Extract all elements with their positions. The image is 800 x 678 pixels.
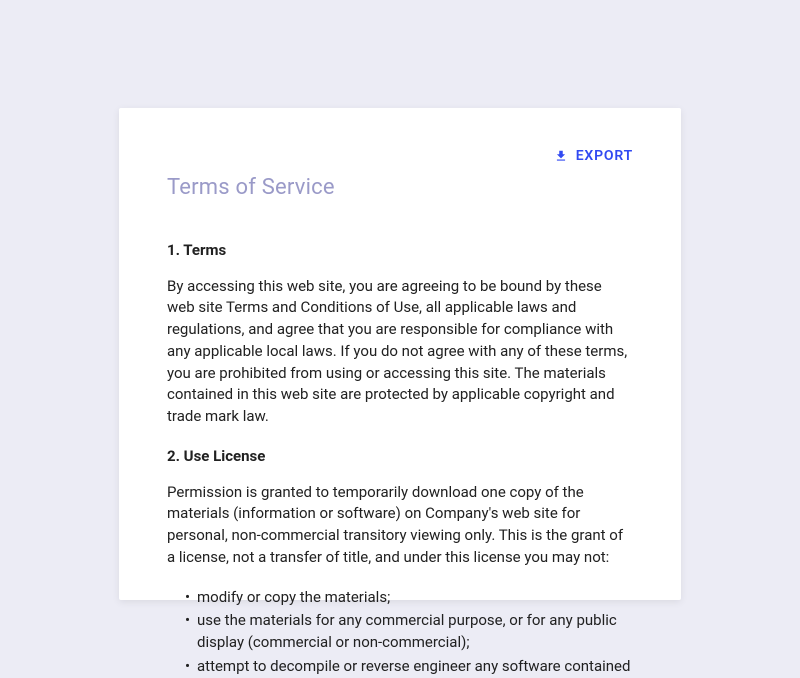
document-body: 1. Terms By accessing this web site, you…: [167, 240, 633, 678]
toolbar: EXPORT: [167, 148, 633, 164]
document-card: EXPORT Terms of Service 1. Terms By acce…: [119, 108, 681, 600]
section-heading: 1. Terms: [167, 240, 633, 262]
download-icon: [554, 149, 568, 163]
bullet-list: modify or copy the materials; use the ma…: [167, 587, 633, 678]
section-heading: 2. Use License: [167, 446, 633, 468]
section-body: By accessing this web site, you are agre…: [167, 276, 633, 428]
document-title: Terms of Service: [167, 172, 633, 204]
list-item: modify or copy the materials;: [185, 587, 633, 609]
list-item: attempt to decompile or reverse engineer…: [185, 656, 633, 678]
section-body: Permission is granted to temporarily dow…: [167, 482, 633, 569]
list-item: use the materials for any commercial pur…: [185, 610, 633, 654]
export-button-label: EXPORT: [576, 148, 633, 164]
export-button[interactable]: EXPORT: [554, 148, 633, 164]
